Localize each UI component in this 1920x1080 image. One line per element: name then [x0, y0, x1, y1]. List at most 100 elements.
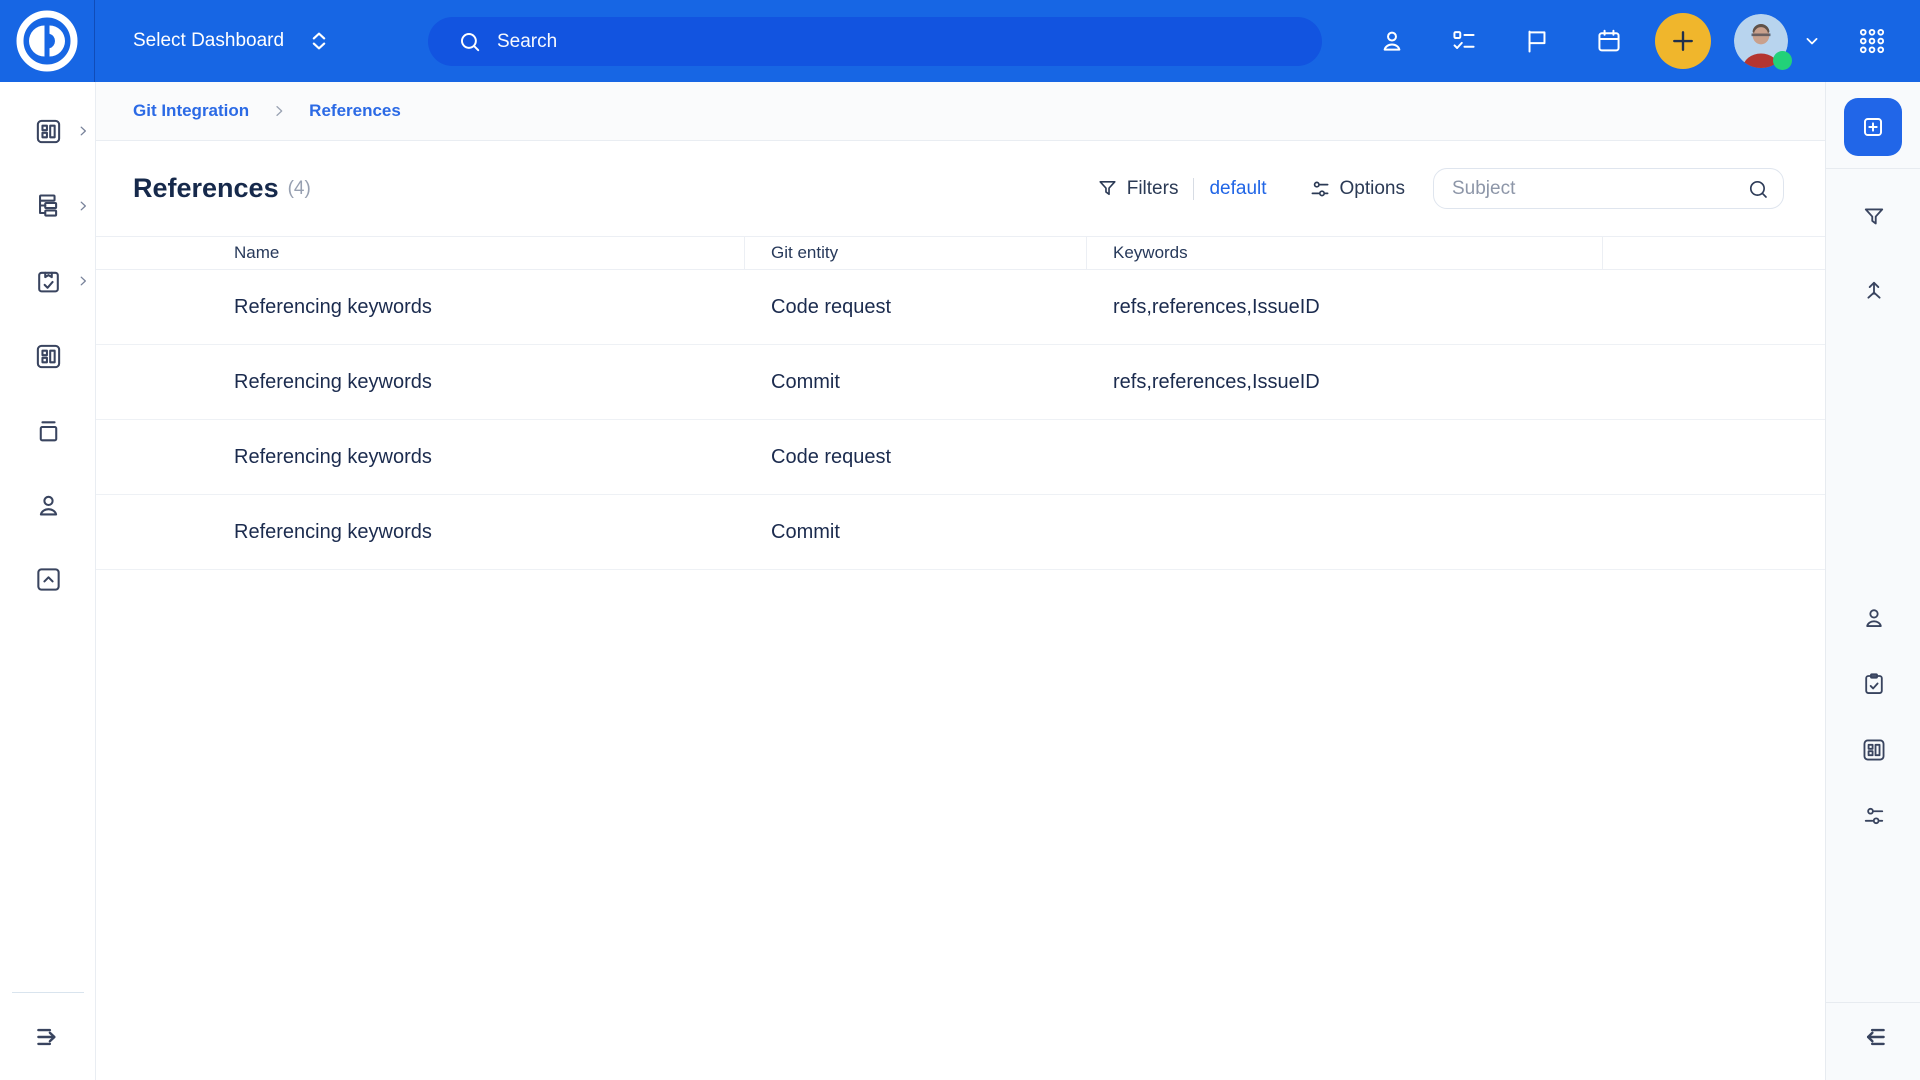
- panel-settings-button[interactable]: [1826, 790, 1920, 842]
- sidebar-divider: [12, 992, 84, 993]
- options-button[interactable]: Options: [1308, 177, 1405, 201]
- calendar-button[interactable]: [1587, 0, 1631, 82]
- toolbar-divider: [1193, 178, 1194, 200]
- table-row[interactable]: Referencing keywords Code request refs,r…: [96, 270, 1825, 345]
- sidebar-item-archive[interactable]: [0, 394, 96, 468]
- cell-actions: [1603, 345, 1825, 419]
- top-header: Select Dashboard: [0, 0, 1920, 82]
- search-icon: [457, 29, 483, 55]
- panel-board-button[interactable]: [1826, 724, 1920, 776]
- chevron-down-icon: [1802, 31, 1822, 51]
- left-sidebar: [0, 82, 96, 1080]
- table-row[interactable]: Referencing keywords Code request: [96, 420, 1825, 495]
- toolbar: Filters default Options: [1096, 141, 1784, 236]
- panel-checklist-button[interactable]: [1826, 658, 1920, 710]
- chevron-right-icon: [271, 103, 287, 119]
- package-check-icon: [34, 267, 63, 296]
- chevron-right-icon[interactable]: [76, 274, 90, 288]
- global-search-input[interactable]: [497, 31, 1197, 53]
- table-header-row: Name Git entity Keywords: [96, 236, 1825, 270]
- plus-icon: [1668, 26, 1698, 56]
- user-button[interactable]: [1370, 0, 1414, 82]
- archive-box-icon: [34, 417, 63, 446]
- cell-actions: [1603, 495, 1825, 569]
- filter-funnel-icon: [1861, 204, 1887, 230]
- home-logo-button[interactable]: [0, 0, 95, 82]
- apps-menu-button[interactable]: [1850, 0, 1894, 82]
- boards-icon: [34, 117, 63, 146]
- right-sidebar: [1825, 82, 1920, 1080]
- column-header-name[interactable]: Name: [96, 237, 745, 269]
- main-content: Git Integration References References (4…: [96, 82, 1825, 1080]
- sidebar-item-people[interactable]: [0, 468, 96, 542]
- add-view-icon: [1860, 114, 1886, 140]
- expand-sidebar-button[interactable]: [0, 1000, 96, 1074]
- apps-grid-icon: [1857, 26, 1887, 56]
- user-icon: [1378, 27, 1406, 55]
- table-row[interactable]: Referencing keywords Commit: [96, 495, 1825, 570]
- expand-panel-button[interactable]: [1826, 1011, 1920, 1063]
- column-header-git-entity[interactable]: Git entity: [745, 237, 1087, 269]
- app-window: Select Dashboard: [0, 0, 1920, 1080]
- promote-up-icon: [1861, 276, 1887, 302]
- views-board-icon: [34, 342, 63, 371]
- cell-name: Referencing keywords: [96, 345, 745, 419]
- cell-keywords: [1087, 495, 1603, 569]
- table-body: Referencing keywords Code request refs,r…: [96, 270, 1825, 570]
- breadcrumb: Git Integration References: [96, 82, 1825, 141]
- hierarchy-icon: [34, 192, 63, 221]
- right-sidebar-divider: [1826, 168, 1920, 169]
- sidebar-item-views[interactable]: [0, 319, 96, 393]
- column-header-keywords[interactable]: Keywords: [1087, 237, 1603, 269]
- user-avatar[interactable]: [1734, 14, 1788, 68]
- flag-button[interactable]: [1515, 0, 1559, 82]
- sidebar-item-plan[interactable]: [0, 244, 96, 318]
- tune-icon: [1308, 177, 1332, 201]
- board-icon: [1861, 737, 1887, 763]
- clipboard-check-icon: [1861, 671, 1887, 697]
- search-icon[interactable]: [1746, 177, 1771, 202]
- cell-keywords: [1087, 420, 1603, 494]
- cell-actions: [1603, 270, 1825, 344]
- people-icon: [34, 491, 63, 520]
- tasks-icon: [1450, 27, 1478, 55]
- people-icon: [1861, 605, 1887, 631]
- expand-panel-icon: [1858, 1021, 1890, 1053]
- sidebar-item-hierarchy[interactable]: [0, 169, 96, 243]
- cell-git-entity: Code request: [745, 270, 1087, 344]
- preset-default-link[interactable]: default: [1209, 178, 1266, 200]
- dashboard-selector[interactable]: Select Dashboard: [133, 0, 332, 82]
- panel-promote-button[interactable]: [1826, 263, 1920, 315]
- breadcrumb-git-integration[interactable]: Git Integration: [133, 101, 249, 121]
- filters-label: Filters: [1127, 178, 1179, 200]
- cell-keywords: refs,references,IssueID: [1087, 345, 1603, 419]
- avatar-menu-chevron[interactable]: [1794, 0, 1830, 82]
- quick-add-button[interactable]: [1655, 13, 1711, 69]
- cell-name: Referencing keywords: [96, 270, 745, 344]
- cell-git-entity: Commit: [745, 345, 1087, 419]
- filters-button[interactable]: Filters: [1096, 177, 1179, 200]
- chevron-right-icon[interactable]: [76, 199, 90, 213]
- subject-search[interactable]: [1433, 168, 1784, 209]
- tasks-button[interactable]: [1442, 0, 1486, 82]
- panel-filter-button[interactable]: [1826, 191, 1920, 243]
- chevron-updown-icon: [306, 28, 332, 54]
- cell-git-entity: Commit: [745, 495, 1087, 569]
- sidebar-item-boards[interactable]: [0, 94, 96, 168]
- app-logo-icon: [15, 9, 79, 73]
- subject-search-input[interactable]: [1434, 178, 1724, 200]
- panel-people-button[interactable]: [1826, 592, 1920, 644]
- collapse-up-box-icon: [34, 565, 63, 594]
- global-search[interactable]: [428, 17, 1322, 66]
- add-view-button[interactable]: [1844, 98, 1902, 156]
- table-row[interactable]: Referencing keywords Commit refs,referen…: [96, 345, 1825, 420]
- flag-icon: [1523, 27, 1551, 55]
- page-count: (4): [288, 178, 311, 200]
- breadcrumb-references[interactable]: References: [309, 101, 401, 121]
- references-table: Name Git entity Keywords Referencing key…: [96, 236, 1825, 570]
- calendar-icon: [1595, 27, 1623, 55]
- cell-git-entity: Code request: [745, 420, 1087, 494]
- chevron-right-icon[interactable]: [76, 124, 90, 138]
- dashboard-selector-label: Select Dashboard: [133, 30, 284, 52]
- sidebar-item-collapse-group[interactable]: [0, 542, 96, 616]
